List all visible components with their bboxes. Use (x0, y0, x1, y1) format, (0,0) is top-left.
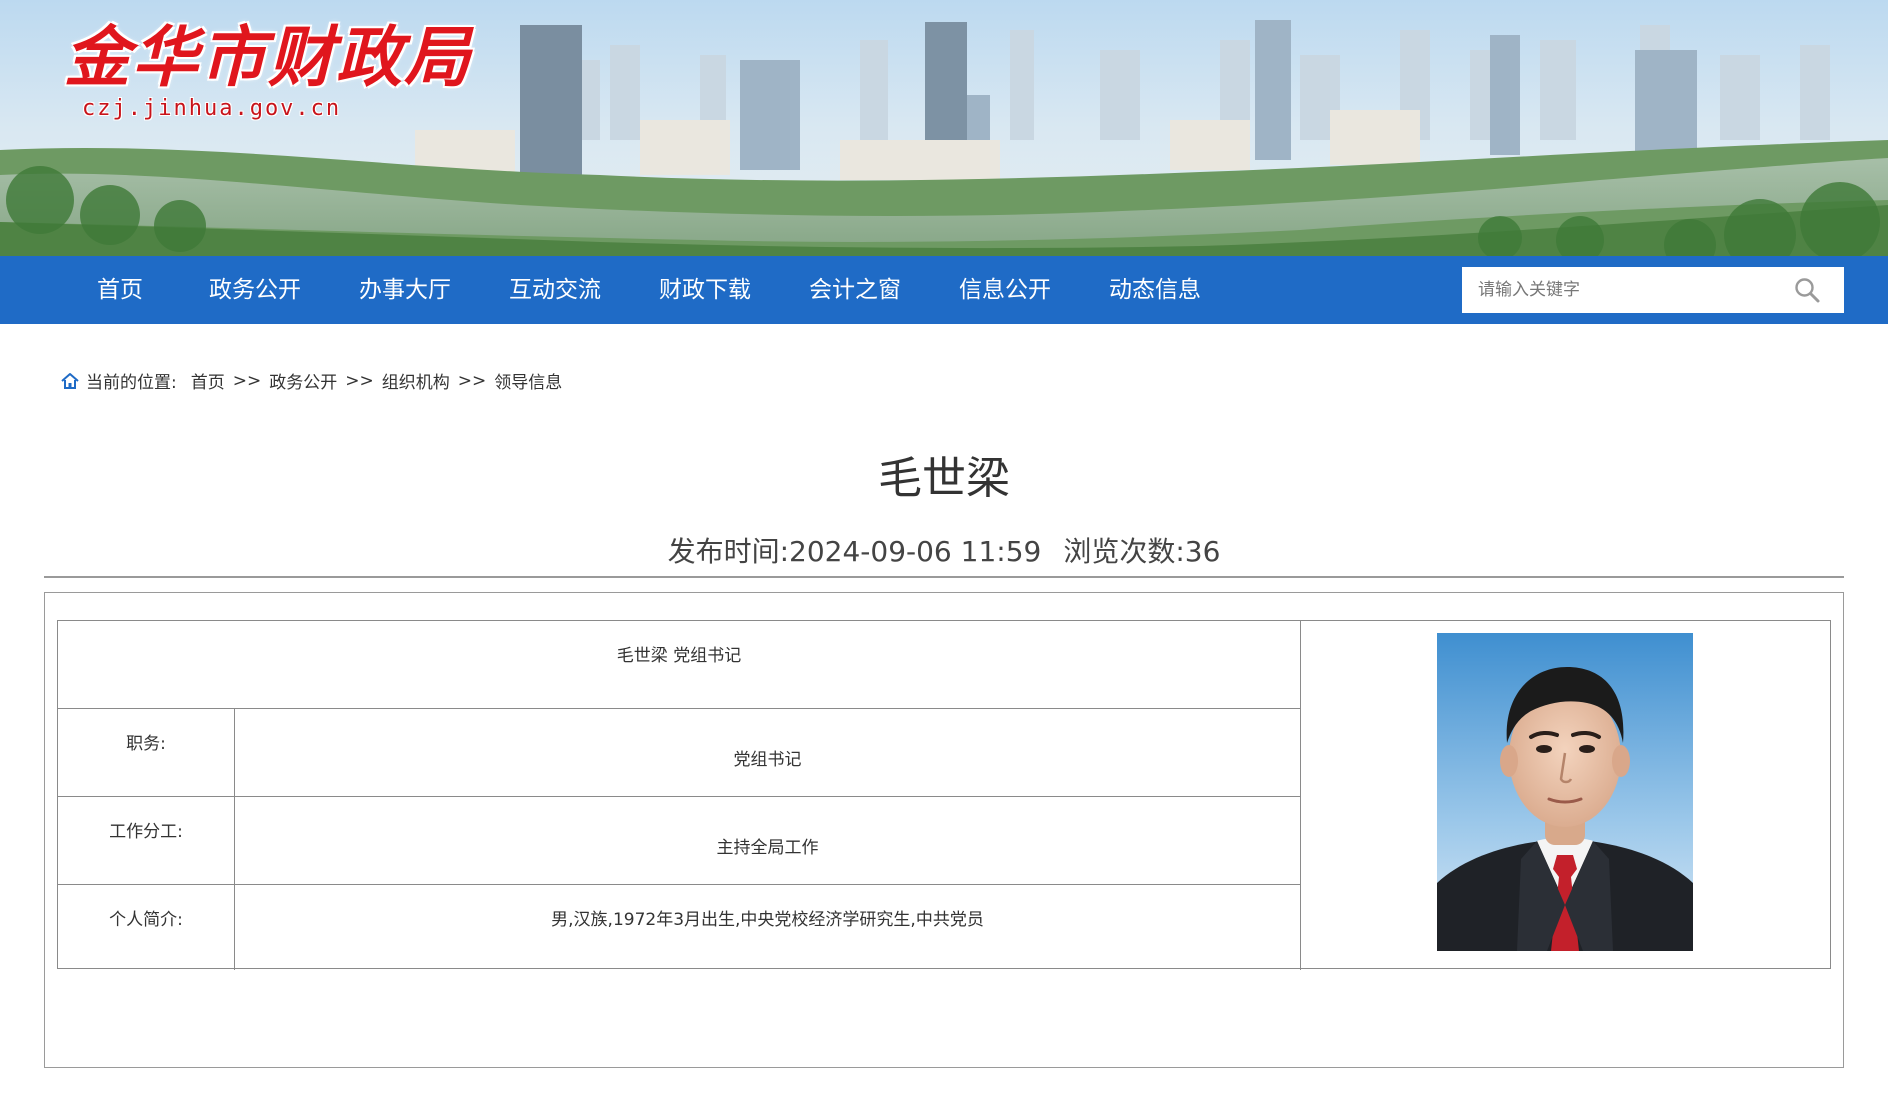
breadcrumb-label: 当前的位置: (86, 373, 177, 393)
nav-menu: 首页 政务公开 办事大厅 互动交流 财政下载 会计之窗 信息公开 动态信息 (60, 256, 1230, 324)
breadcrumb-leader-info[interactable]: 领导信息 (494, 368, 562, 393)
search-button[interactable] (1782, 268, 1832, 312)
nav-item-home[interactable]: 首页 (60, 256, 180, 324)
search-box (1462, 267, 1844, 313)
leader-portrait (1437, 633, 1693, 951)
site-logo[interactable]: 金华市财政局 czj.jinhua.gov.cn (64, 24, 472, 121)
nav-item-accounting[interactable]: 会计之窗 (780, 256, 930, 324)
breadcrumb-government-affairs[interactable]: 政务公开 (269, 368, 337, 393)
bio-label: 个人简介: (58, 885, 235, 970)
home-icon (60, 372, 80, 390)
duty-value: 主持全局工作 (235, 797, 1301, 885)
position-label: 职务: (58, 709, 235, 797)
name-title-cell: 毛世梁 党组书记 (58, 621, 1301, 709)
bio-value: 男,汉族,1972年3月出生,中央党校经济学研究生,中共党员 (235, 885, 1301, 970)
view-count: 浏览次数:36 (1063, 535, 1221, 568)
breadcrumb-separator: >> (457, 370, 487, 391)
breadcrumb-organization[interactable]: 组织机构 (382, 368, 450, 393)
breadcrumb-separator: >> (345, 370, 374, 391)
site-url: czj.jinhua.gov.cn (82, 96, 342, 121)
title-divider (44, 576, 1844, 578)
nav-item-downloads[interactable]: 财政下载 (630, 256, 780, 324)
duty-label: 工作分工: (58, 797, 235, 885)
leader-info-table: 毛世梁 党组书记 职务: 党组书记 工作分工: 主持全局工作 个人简介: 男,汉… (57, 620, 1832, 970)
position-value: 党组书记 (235, 709, 1301, 797)
breadcrumb-home[interactable]: 首页 (191, 368, 225, 393)
nav-item-service-hall[interactable]: 办事大厅 (330, 256, 480, 324)
site-name: 金华市财政局 (64, 18, 472, 96)
main-nav: 首页 政务公开 办事大厅 互动交流 财政下载 会计之窗 信息公开 动态信息 (0, 256, 1888, 324)
content-frame: 毛世梁 党组书记 职务: 党组书记 工作分工: 主持全局工作 个人简介: 男,汉… (44, 592, 1844, 1068)
nav-item-government-affairs[interactable]: 政务公开 (180, 256, 330, 324)
breadcrumb: 当前的位置: 首页 >> 政务公开 >> 组织机构 >> 领导信息 (60, 368, 562, 393)
publish-time: 发布时间:2024-09-06 11:59 (667, 535, 1042, 568)
nav-item-interaction[interactable]: 互动交流 (480, 256, 630, 324)
search-icon (1795, 278, 1820, 303)
page-title: 毛世梁 (878, 453, 1010, 504)
nav-item-info-disclosure[interactable]: 信息公开 (930, 256, 1080, 324)
header-banner: 金华市财政局 czj.jinhua.gov.cn (0, 0, 1888, 256)
breadcrumb-separator: >> (232, 370, 262, 391)
nav-item-news[interactable]: 动态信息 (1080, 256, 1230, 324)
article-meta: 发布时间:2024-09-06 11:59 浏览次数:36 (0, 530, 1888, 570)
photo-cell (1301, 621, 1832, 970)
search-input[interactable] (1462, 268, 1782, 312)
